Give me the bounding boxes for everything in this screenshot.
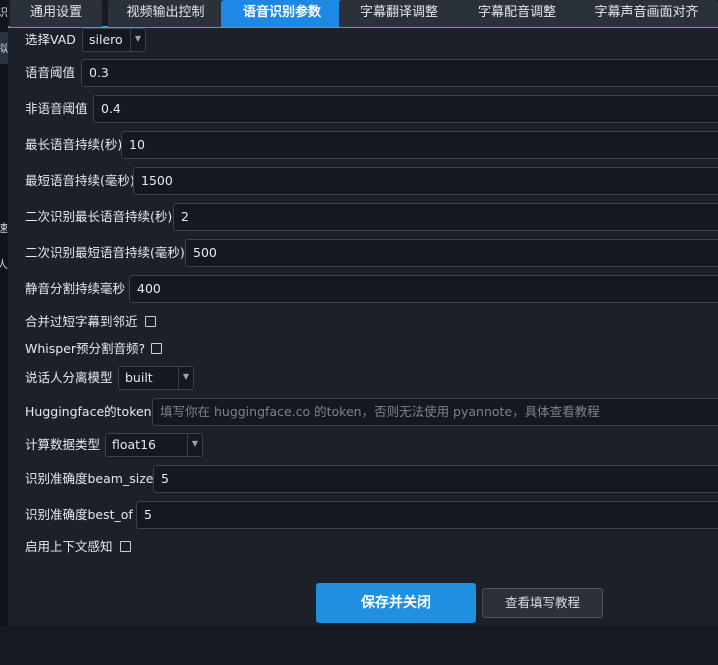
tab-speech-recognition[interactable]: 语音识别参数 [221, 0, 343, 27]
beam-size-label: 识别准确度beam_size [25, 471, 154, 486]
whisper-presplit-label: Whisper预分割音频? [25, 341, 146, 356]
vad-select-value: silero [89, 32, 123, 47]
compute-type-label: 计算数据类型 [25, 437, 101, 452]
speech-threshold-input[interactable]: 0.3 [81, 59, 718, 87]
tab-general-settings[interactable]: 通用设置 [10, 0, 102, 27]
bottom-bar [0, 626, 718, 665]
tab-video-output[interactable]: 视频输出控制 [108, 0, 223, 27]
background-fragment: 拟 [0, 42, 8, 55]
second-min-speech-input[interactable]: 500 [185, 239, 718, 267]
speech-recognition-panel: 选择VAD silero ▼ 语音阈值 0.3 非语音阈值 0.4 最长语音持续… [8, 28, 718, 626]
beam-size-input[interactable]: 5 [153, 465, 718, 493]
background-fragment: 人 [0, 258, 8, 271]
speaker-model-select-value: built [125, 370, 153, 385]
save-and-close-button[interactable]: 保存并关闭 [316, 583, 476, 623]
whisper-presplit-checkbox[interactable] [151, 343, 162, 354]
view-tutorial-button[interactable]: 查看填写教程 [482, 588, 603, 618]
background-fragment: 速 [0, 222, 8, 235]
silence-split-input[interactable]: 400 [129, 275, 718, 303]
speaker-model-select[interactable]: built ▼ [118, 366, 194, 390]
hf-token-label: Huggingface的token [25, 404, 152, 419]
compute-type-select-value: float16 [112, 437, 156, 452]
second-min-speech-label: 二次识别最短语音持续(毫秒) [25, 245, 185, 260]
best-of-input[interactable]: 5 [136, 501, 718, 529]
nonspeech-threshold-input[interactable]: 0.4 [93, 95, 718, 123]
silence-split-label: 静音分割持续毫秒 [25, 281, 126, 296]
max-speech-label: 最长语音持续(秒) [25, 137, 123, 152]
max-speech-input[interactable]: 10 [121, 131, 718, 159]
chevron-down-icon: ▼ [130, 29, 145, 51]
best-of-label: 识别准确度best_of [25, 507, 133, 522]
hf-token-input[interactable]: 填写你在 huggingface.co 的token，否则无法使用 pyanno… [152, 398, 718, 426]
min-speech-input[interactable]: 1500 [133, 167, 718, 195]
second-max-speech-label: 二次识别最长语音持续(秒) [25, 209, 173, 224]
vad-label: 选择VAD [25, 32, 76, 47]
merge-short-checkbox[interactable] [145, 316, 156, 327]
chevron-down-icon: ▼ [178, 367, 193, 389]
tab-bar: 通用设置 视频输出控制 语音识别参数 字幕翻译调整 字幕配音调整 字幕声音画面对… [8, 0, 718, 28]
second-max-speech-input[interactable]: 2 [173, 203, 718, 231]
merge-short-label: 合并过短字幕到邻近 [25, 314, 138, 329]
speaker-model-label: 说话人分离模型 [25, 370, 113, 385]
background-fragment: 识 [0, 6, 8, 19]
tab-subtitle-alignment[interactable]: 字幕声音画面对齐 [575, 0, 718, 27]
nonspeech-threshold-label: 非语音阈值 [25, 101, 88, 116]
speech-threshold-label: 语音阈值 [25, 65, 76, 80]
min-speech-label: 最短语音持续(毫秒) [25, 173, 135, 188]
context-aware-label: 启用上下文感知 [25, 539, 113, 554]
context-aware-checkbox[interactable] [120, 541, 131, 552]
compute-type-select[interactable]: float16 ▼ [105, 433, 203, 457]
tab-subtitle-translation[interactable]: 字幕翻译调整 [339, 0, 459, 27]
vad-select[interactable]: silero ▼ [82, 28, 146, 52]
chevron-down-icon: ▼ [187, 434, 202, 456]
tab-subtitle-dubbing[interactable]: 字幕配音调整 [457, 0, 577, 27]
